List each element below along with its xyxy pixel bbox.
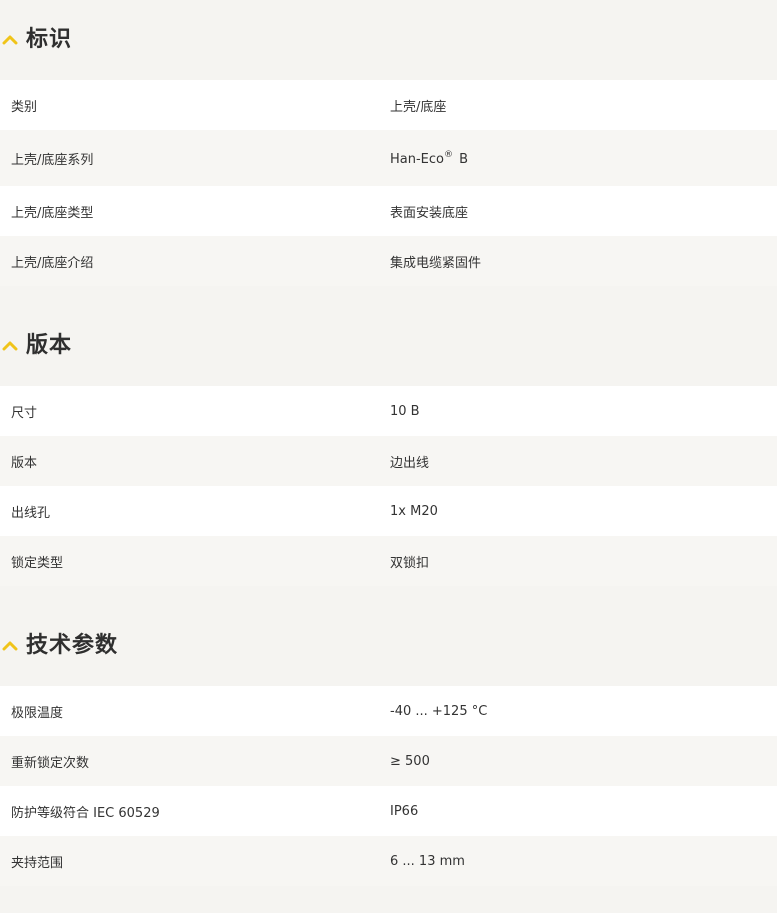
value-text: Han-Eco: [390, 151, 444, 167]
row-label: 防护等级符合 IEC 60529: [11, 805, 160, 821]
chevron-up-icon: [2, 340, 18, 352]
section-toggle-version[interactable]: 版本: [0, 306, 777, 386]
table-row: 重新锁定次数 ≥ 500: [0, 736, 777, 786]
section-title: 版本: [26, 333, 73, 358]
table-row: 上壳/底座介绍 集成电缆紧固件: [0, 236, 777, 286]
table-row: 版本 边出线: [0, 436, 777, 486]
row-label: 锁定类型: [11, 555, 64, 571]
section-technical-data: 技术参数 极限温度 -40 ... +125 °C 重新锁定次数 ≥ 500 防…: [0, 606, 777, 886]
row-label: 上壳/底座类型: [11, 205, 94, 221]
row-label: 极限温度: [11, 705, 64, 721]
table-row: 尺寸 10 B: [0, 386, 777, 436]
spec-table: 极限温度 -40 ... +125 °C 重新锁定次数 ≥ 500 防护等级符合…: [0, 686, 777, 886]
row-value: -40 ... +125 °C: [390, 703, 488, 719]
table-row: 锁定类型 双锁扣: [0, 536, 777, 586]
chevron-up-icon: [2, 34, 18, 46]
table-row: 夹持范围 6 ... 13 mm: [0, 836, 777, 886]
row-label: 版本: [11, 455, 38, 471]
row-label: 上壳/底座介绍: [11, 255, 94, 271]
row-label: 上壳/底座系列: [11, 152, 94, 168]
section-title: 标识: [26, 27, 73, 52]
row-label: 夹持范围: [11, 855, 64, 871]
row-value: 边出线: [390, 455, 430, 471]
table-row: 防护等级符合 IEC 60529 IP66: [0, 786, 777, 836]
section-version: 版本 尺寸 10 B 版本 边出线 出线孔 1x M20 锁定类型 双锁扣: [0, 306, 777, 586]
row-value: 表面安装底座: [390, 205, 469, 221]
row-value: 1x M20: [390, 503, 438, 519]
spec-table: 尺寸 10 B 版本 边出线 出线孔 1x M20 锁定类型 双锁扣: [0, 386, 777, 586]
row-value: ≥ 500: [390, 753, 430, 769]
table-row: 上壳/底座系列 Han-Eco® B: [0, 130, 777, 186]
row-value: Han-Eco® B: [390, 150, 777, 167]
row-value: 集成电缆紧固件: [390, 255, 482, 271]
section-title: 技术参数: [26, 633, 119, 658]
registered-mark: ®: [444, 149, 453, 160]
row-value: 上壳/底座: [390, 99, 447, 115]
row-value: 6 ... 13 mm: [390, 853, 465, 869]
table-row: 极限温度 -40 ... +125 °C: [0, 686, 777, 736]
row-label: 尺寸: [11, 405, 38, 421]
spec-table: 类别 上壳/底座 上壳/底座系列 Han-Eco® B 上壳/底座类型 表面安装…: [0, 80, 777, 286]
row-label: 出线孔: [11, 505, 51, 521]
table-row: 上壳/底座类型 表面安装底座: [0, 186, 777, 236]
table-row: 类别 上壳/底座: [0, 80, 777, 130]
section-toggle-identification[interactable]: 标识: [0, 0, 777, 80]
table-row: 出线孔 1x M20: [0, 486, 777, 536]
row-value: 10 B: [390, 403, 420, 419]
row-value: IP66: [390, 803, 419, 819]
chevron-up-icon: [2, 640, 18, 652]
value-suffix: B: [455, 151, 469, 167]
section-identification: 标识 类别 上壳/底座 上壳/底座系列 Han-Eco® B 上壳/底座类型 表…: [0, 0, 777, 286]
section-toggle-technical-data[interactable]: 技术参数: [0, 606, 777, 686]
row-label: 类别: [11, 99, 38, 115]
row-label: 重新锁定次数: [11, 755, 90, 771]
row-value: 双锁扣: [390, 555, 430, 571]
